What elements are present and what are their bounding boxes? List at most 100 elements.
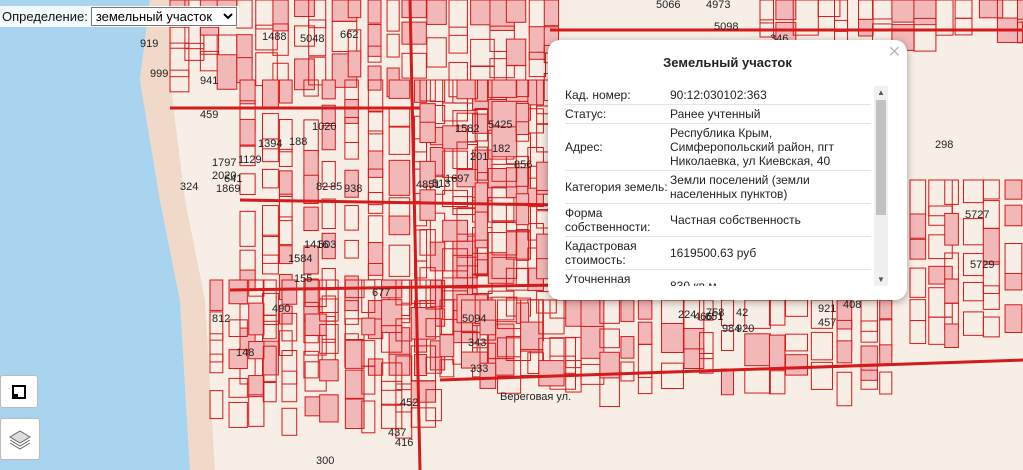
parcel xyxy=(294,0,315,17)
parcel-number: 82 xyxy=(316,181,328,193)
parcel-number: 1129 xyxy=(238,154,262,166)
parcel-number: 1582 xyxy=(455,123,479,135)
parcel xyxy=(319,394,339,423)
parcel-number: 408 xyxy=(843,299,861,311)
parcel xyxy=(228,279,248,305)
parcel xyxy=(978,0,1004,19)
parcel xyxy=(879,344,893,366)
parcel xyxy=(879,299,893,321)
parcel xyxy=(278,79,293,104)
parcel xyxy=(858,18,874,37)
parcel-number: 5727 xyxy=(965,209,989,221)
parcel xyxy=(209,279,224,311)
parcel xyxy=(321,79,336,100)
definition-selector: Определение: земельный участок xyxy=(0,6,239,27)
parcel-number: 812 xyxy=(212,313,230,325)
parcel xyxy=(620,299,635,322)
parcel-number: 459 xyxy=(200,109,218,121)
info-value: Республика Крым, Симферопольский район, … xyxy=(670,126,835,168)
parcel xyxy=(248,302,265,336)
parcel xyxy=(515,102,530,136)
parcel xyxy=(637,299,653,320)
parcel xyxy=(367,358,384,376)
parcel-number: 503 xyxy=(318,239,336,251)
parcel-number: 921 xyxy=(818,303,836,315)
parcel xyxy=(661,322,684,353)
parcel xyxy=(442,219,468,242)
parcel-number: 1584 xyxy=(288,253,312,265)
parcel xyxy=(388,353,411,376)
parcel xyxy=(944,212,959,246)
parcel xyxy=(474,182,488,215)
scroll-up-icon[interactable]: ▲ xyxy=(874,88,888,97)
parcel xyxy=(944,278,959,304)
info-key: Статус: xyxy=(565,107,607,121)
parcel xyxy=(344,98,359,124)
parcel xyxy=(361,317,376,336)
info-row: Статус: Ранее учтенный xyxy=(565,105,871,124)
parcel xyxy=(1004,272,1023,291)
parcel-number: 333 xyxy=(470,363,488,375)
parcel-info-table: Кад. номер: 90:12:030102:363 Статус: Ранее … xyxy=(565,86,871,286)
parcel xyxy=(891,0,915,23)
parcel xyxy=(303,206,319,232)
parcel xyxy=(1004,204,1023,227)
parcel xyxy=(520,321,544,352)
parcel xyxy=(272,0,289,32)
parcel-number: 5048 xyxy=(300,33,324,45)
parcel xyxy=(236,57,253,84)
frame-button[interactable] xyxy=(0,375,38,408)
parcel-number: 188 xyxy=(289,136,307,148)
parcel-number: 300 xyxy=(316,455,334,467)
definition-label: Определение: xyxy=(2,9,88,24)
parcel xyxy=(419,121,436,143)
parcel xyxy=(261,79,279,109)
parcel-number: 4851 xyxy=(416,179,440,191)
parcel-number: 919 xyxy=(140,38,158,50)
parcel xyxy=(278,170,293,197)
parcel-number: 1488 xyxy=(262,31,286,43)
parcel xyxy=(248,375,265,398)
parcel xyxy=(344,398,365,430)
parcel xyxy=(388,79,411,99)
info-key: Уточненная площадь: xyxy=(565,272,631,286)
info-value: Земли поселений (земли населенных пункто… xyxy=(670,173,810,201)
parcel-number: 298 xyxy=(935,139,953,151)
info-row: Адрес: Республика Крым, Симферопольский р… xyxy=(565,124,871,171)
parcel xyxy=(347,50,362,78)
parcel-number: Вереговая ул. xyxy=(500,391,571,403)
scrollbar-thumb[interactable] xyxy=(876,100,886,215)
parcel xyxy=(410,307,437,340)
definition-select[interactable]: земельный участок xyxy=(90,7,237,26)
parcel xyxy=(515,302,530,324)
scroll-down-icon[interactable]: ▼ xyxy=(874,275,888,284)
layers-button[interactable] xyxy=(0,418,40,460)
info-row: Кад. номер: 90:12:030102:363 xyxy=(565,86,871,105)
parcel xyxy=(439,334,455,358)
parcel xyxy=(216,54,238,90)
info-row: Форма собственности: Частная собственност… xyxy=(565,204,871,237)
parcel-number: 85 xyxy=(330,181,342,193)
parcel xyxy=(637,321,653,345)
parcel-number: 343 xyxy=(468,337,486,349)
scrollbar[interactable]: ▲ ▼ xyxy=(874,86,888,286)
parcel-number: 1869 xyxy=(216,183,240,195)
popup-title: Земельный участок xyxy=(663,55,792,70)
parcel xyxy=(565,299,582,327)
parcel xyxy=(785,354,809,376)
parcel xyxy=(344,275,359,312)
parcel-number: 2020 xyxy=(212,170,236,182)
parcel-number: 938 xyxy=(344,183,362,195)
parcel xyxy=(367,0,382,24)
parcel-number: 651 xyxy=(705,311,723,323)
frame-icon xyxy=(12,384,26,399)
parcel xyxy=(909,238,927,260)
parcel-number: 1020 xyxy=(312,121,336,133)
parcel xyxy=(528,26,547,60)
parcel xyxy=(239,118,256,147)
info-key: Кад. номер: xyxy=(565,88,631,102)
info-key: Кадастровая стоимость: xyxy=(565,239,637,267)
parcel xyxy=(474,211,488,249)
parcel-number: 662 xyxy=(340,29,358,41)
parcel-number: 5066 xyxy=(656,0,680,11)
